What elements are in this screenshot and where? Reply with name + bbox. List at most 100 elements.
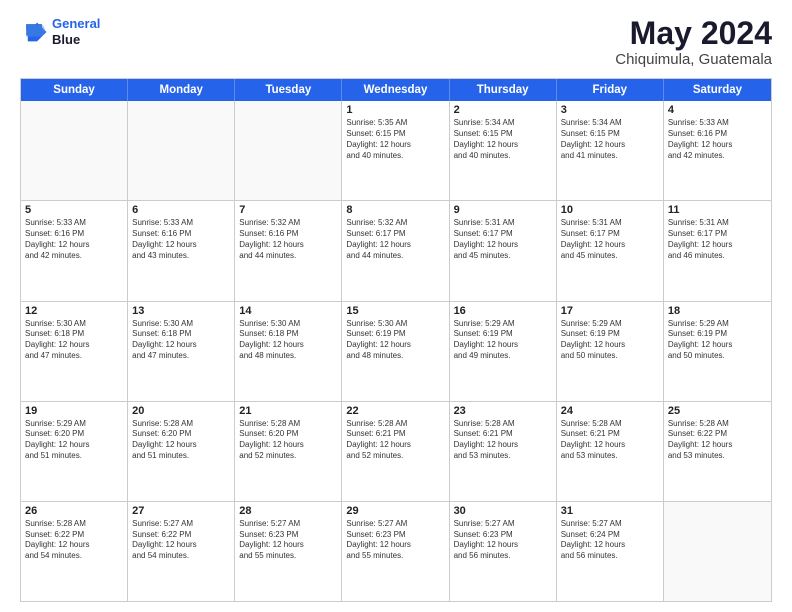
month-title: May 2024: [615, 16, 772, 51]
weekday-header-friday: Friday: [557, 79, 664, 101]
calendar-cell-day-19: 19Sunrise: 5:29 AM Sunset: 6:20 PM Dayli…: [21, 402, 128, 501]
day-info: Sunrise: 5:29 AM Sunset: 6:19 PM Dayligh…: [454, 319, 552, 362]
calendar-cell-day-25: 25Sunrise: 5:28 AM Sunset: 6:22 PM Dayli…: [664, 402, 771, 501]
calendar-row-4: 19Sunrise: 5:29 AM Sunset: 6:20 PM Dayli…: [21, 402, 771, 502]
calendar-body: 1Sunrise: 5:35 AM Sunset: 6:15 PM Daylig…: [21, 101, 771, 601]
calendar-cell-day-17: 17Sunrise: 5:29 AM Sunset: 6:19 PM Dayli…: [557, 302, 664, 401]
day-info: Sunrise: 5:27 AM Sunset: 6:22 PM Dayligh…: [132, 519, 230, 562]
day-number: 4: [668, 104, 767, 116]
day-number: 5: [25, 204, 123, 216]
day-number: 20: [132, 405, 230, 417]
calendar-row-5: 26 Sunrise: 5:28 AM Sunset: 6:22 PM Dayli…: [21, 502, 771, 601]
location: Chiquimula, Guatemala: [615, 51, 772, 68]
day-number: 2: [454, 104, 552, 116]
day-number: 24: [561, 405, 659, 417]
calendar-cell-empty: [235, 101, 342, 200]
calendar-cell-day-21: 21Sunrise: 5:28 AM Sunset: 6:20 PM Dayli…: [235, 402, 342, 501]
calendar-cell-day-10: 10 Sunrise: 5:31 AM Sunset: 6:17 PM Dayli…: [557, 201, 664, 300]
day-number: 23: [454, 405, 552, 417]
day-info: Sunrise: 5:27 AM Sunset: 6:23 PM Dayligh…: [454, 519, 552, 562]
calendar-cell-day-7: 7Sunrise: 5:32 AM Sunset: 6:16 PM Daylig…: [235, 201, 342, 300]
day-info: Sunrise: 5:28 AM Sunset: 6:22 PM Dayligh…: [668, 419, 767, 462]
calendar-row-2: 5 Sunrise: 5:33 AM Sunset: 6:16 PM Daylig…: [21, 201, 771, 301]
calendar-cell-day-11: 11 Sunrise: 5:31 AM Sunset: 6:17 PM Dayli…: [664, 201, 771, 300]
calendar-header: SundayMondayTuesdayWednesdayThursdayFrid…: [21, 79, 771, 101]
day-number: 29: [346, 505, 444, 517]
calendar-row-3: 12Sunrise: 5:30 AM Sunset: 6:18 PM Dayli…: [21, 302, 771, 402]
day-info: Sunrise: 5:30 AM Sunset: 6:18 PM Dayligh…: [132, 319, 230, 362]
calendar: SundayMondayTuesdayWednesdayThursdayFrid…: [20, 78, 772, 602]
calendar-cell-day-31: 31Sunrise: 5:27 AM Sunset: 6:24 PM Dayli…: [557, 502, 664, 601]
calendar-cell-day-13: 13 Sunrise: 5:30 AM Sunset: 6:18 PM Dayli…: [128, 302, 235, 401]
day-info: Sunrise: 5:33 AM Sunset: 6:16 PM Dayligh…: [668, 118, 767, 161]
calendar-cell-day-8: 8 Sunrise: 5:32 AM Sunset: 6:17 PM Daylig…: [342, 201, 449, 300]
day-number: 7: [239, 204, 337, 216]
weekday-header-sunday: Sunday: [21, 79, 128, 101]
day-info: Sunrise: 5:27 AM Sunset: 6:23 PM Dayligh…: [239, 519, 337, 562]
day-number: 26: [25, 505, 123, 517]
day-number: 3: [561, 104, 659, 116]
day-info: Sunrise: 5:28 AM Sunset: 6:21 PM Dayligh…: [561, 419, 659, 462]
day-info: Sunrise: 5:31 AM Sunset: 6:17 PM Dayligh…: [668, 218, 767, 261]
day-number: 8: [346, 204, 444, 216]
calendar-cell-empty: [664, 502, 771, 601]
day-number: 18: [668, 305, 767, 317]
day-number: 6: [132, 204, 230, 216]
calendar-cell-day-28: 28 Sunrise: 5:27 AM Sunset: 6:23 PM Dayli…: [235, 502, 342, 601]
day-number: 28: [239, 505, 337, 517]
day-number: 9: [454, 204, 552, 216]
logo-line1: General: [52, 16, 100, 31]
calendar-cell-day-3: 3 Sunrise: 5:34 AM Sunset: 6:15 PM Daylig…: [557, 101, 664, 200]
calendar-cell-day-27: 27Sunrise: 5:27 AM Sunset: 6:22 PM Dayli…: [128, 502, 235, 601]
calendar-cell-day-24: 24 Sunrise: 5:28 AM Sunset: 6:21 PM Dayli…: [557, 402, 664, 501]
day-number: 30: [454, 505, 552, 517]
calendar-cell-day-30: 30 Sunrise: 5:27 AM Sunset: 6:23 PM Dayli…: [450, 502, 557, 601]
day-info: Sunrise: 5:34 AM Sunset: 6:15 PM Dayligh…: [454, 118, 552, 161]
day-info: Sunrise: 5:29 AM Sunset: 6:20 PM Dayligh…: [25, 419, 123, 462]
calendar-cell-day-18: 18 Sunrise: 5:29 AM Sunset: 6:19 PM Dayli…: [664, 302, 771, 401]
day-info: Sunrise: 5:34 AM Sunset: 6:15 PM Dayligh…: [561, 118, 659, 161]
day-number: 14: [239, 305, 337, 317]
day-number: 11: [668, 204, 767, 216]
day-info: Sunrise: 5:33 AM Sunset: 6:16 PM Dayligh…: [25, 218, 123, 261]
calendar-cell-day-26: 26 Sunrise: 5:28 AM Sunset: 6:22 PM Dayli…: [21, 502, 128, 601]
day-info: Sunrise: 5:31 AM Sunset: 6:17 PM Dayligh…: [454, 218, 552, 261]
calendar-cell-day-9: 9 Sunrise: 5:31 AM Sunset: 6:17 PM Daylig…: [450, 201, 557, 300]
weekday-header-monday: Monday: [128, 79, 235, 101]
day-info: Sunrise: 5:31 AM Sunset: 6:17 PM Dayligh…: [561, 218, 659, 261]
calendar-cell-day-12: 12Sunrise: 5:30 AM Sunset: 6:18 PM Dayli…: [21, 302, 128, 401]
logo-icon: [20, 18, 48, 46]
weekday-header-wednesday: Wednesday: [342, 79, 449, 101]
calendar-cell-day-1: 1Sunrise: 5:35 AM Sunset: 6:15 PM Daylig…: [342, 101, 449, 200]
calendar-cell-day-14: 14Sunrise: 5:30 AM Sunset: 6:18 PM Dayli…: [235, 302, 342, 401]
calendar-cell-day-20: 20 Sunrise: 5:28 AM Sunset: 6:20 PM Dayli…: [128, 402, 235, 501]
calendar-cell-day-23: 23Sunrise: 5:28 AM Sunset: 6:21 PM Dayli…: [450, 402, 557, 501]
calendar-cell-day-16: 16 Sunrise: 5:29 AM Sunset: 6:19 PM Dayli…: [450, 302, 557, 401]
calendar-cell-day-2: 2 Sunrise: 5:34 AM Sunset: 6:15 PM Daylig…: [450, 101, 557, 200]
day-number: 17: [561, 305, 659, 317]
day-info: Sunrise: 5:27 AM Sunset: 6:23 PM Dayligh…: [346, 519, 444, 562]
day-info: Sunrise: 5:29 AM Sunset: 6:19 PM Dayligh…: [668, 319, 767, 362]
day-info: Sunrise: 5:27 AM Sunset: 6:24 PM Dayligh…: [561, 519, 659, 562]
calendar-cell-day-5: 5 Sunrise: 5:33 AM Sunset: 6:16 PM Daylig…: [21, 201, 128, 300]
calendar-cell-day-4: 4 Sunrise: 5:33 AM Sunset: 6:16 PM Daylig…: [664, 101, 771, 200]
day-info: Sunrise: 5:30 AM Sunset: 6:19 PM Dayligh…: [346, 319, 444, 362]
logo-text: General Blue: [52, 16, 100, 47]
day-info: Sunrise: 5:32 AM Sunset: 6:17 PM Dayligh…: [346, 218, 444, 261]
day-info: Sunrise: 5:30 AM Sunset: 6:18 PM Dayligh…: [25, 319, 123, 362]
day-info: Sunrise: 5:28 AM Sunset: 6:20 PM Dayligh…: [132, 419, 230, 462]
weekday-header-saturday: Saturday: [664, 79, 771, 101]
day-info: Sunrise: 5:35 AM Sunset: 6:15 PM Dayligh…: [346, 118, 444, 161]
day-info: Sunrise: 5:28 AM Sunset: 6:20 PM Dayligh…: [239, 419, 337, 462]
weekday-header-tuesday: Tuesday: [235, 79, 342, 101]
calendar-cell-day-6: 6 Sunrise: 5:33 AM Sunset: 6:16 PM Daylig…: [128, 201, 235, 300]
day-number: 13: [132, 305, 230, 317]
day-number: 10: [561, 204, 659, 216]
day-info: Sunrise: 5:28 AM Sunset: 6:22 PM Dayligh…: [25, 519, 123, 562]
day-info: Sunrise: 5:33 AM Sunset: 6:16 PM Dayligh…: [132, 218, 230, 261]
calendar-cell-day-15: 15Sunrise: 5:30 AM Sunset: 6:19 PM Dayli…: [342, 302, 449, 401]
weekday-header-thursday: Thursday: [450, 79, 557, 101]
logo: General Blue: [20, 16, 100, 47]
day-number: 16: [454, 305, 552, 317]
calendar-cell-empty: [128, 101, 235, 200]
